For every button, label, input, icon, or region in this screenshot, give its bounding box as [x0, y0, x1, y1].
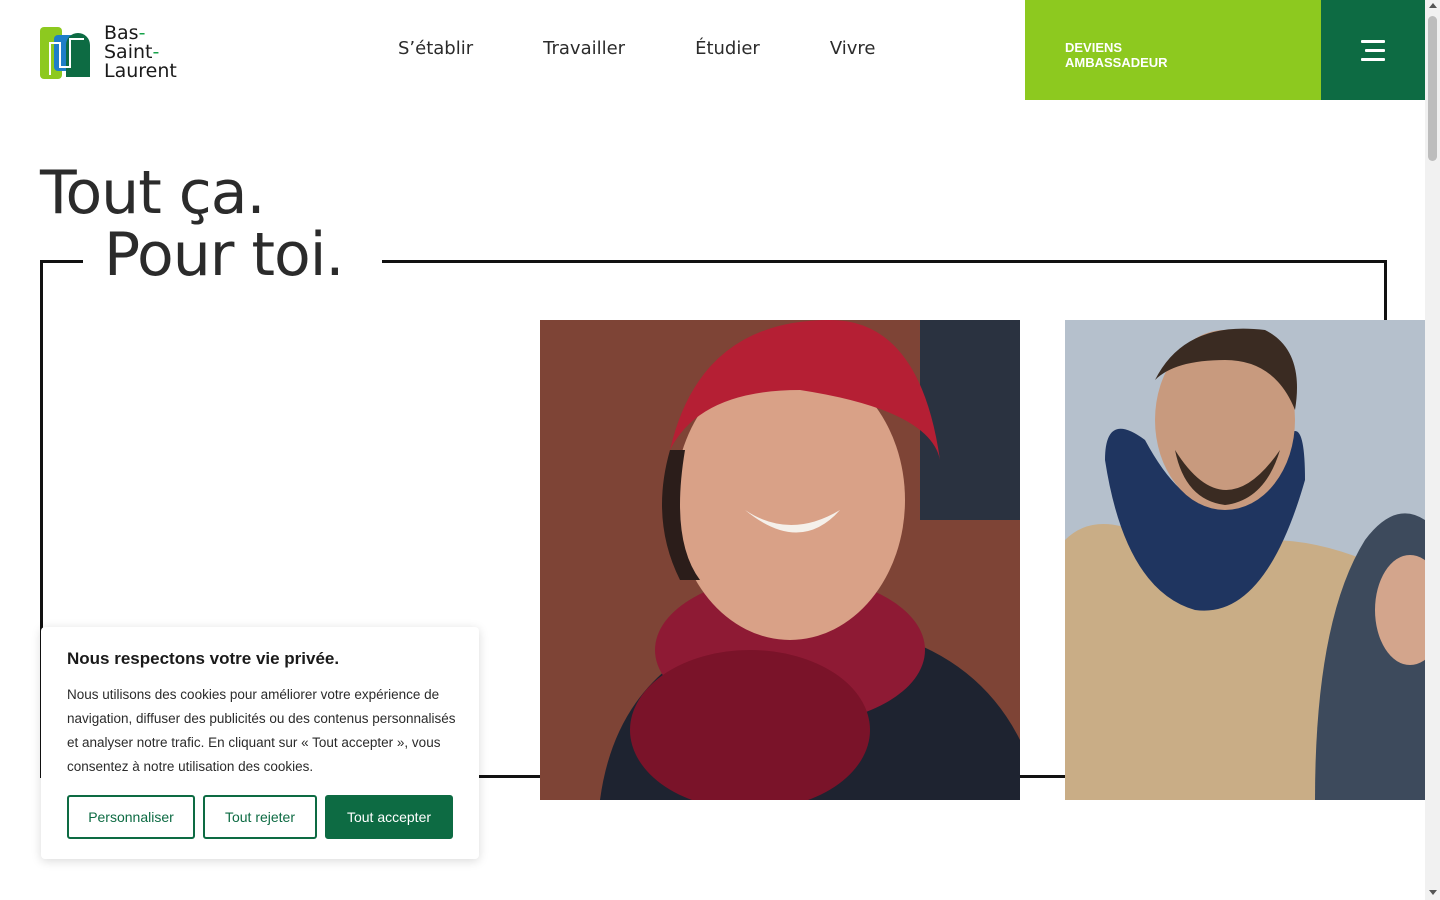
hamburger-menu-icon-bar — [1361, 58, 1385, 61]
accept-all-button[interactable]: Tout accepter — [325, 795, 453, 839]
scroll-up-icon[interactable] — [1429, 3, 1437, 8]
hero-title: Tout ça. Pour toi. — [40, 162, 344, 286]
cookie-consent-banner: Nous respectons votre vie privée. Nous u… — [41, 627, 479, 859]
nav-item-etudier[interactable]: Étudier — [695, 38, 760, 59]
ambassador-label-line1: DEVIENS — [1065, 40, 1123, 55]
site-logo[interactable]: Bas- Saint- Laurent — [40, 22, 190, 82]
logo-text: Bas- Saint- Laurent — [104, 21, 177, 82]
hero-title-line2: Pour toi. — [104, 220, 344, 290]
scrollbar-thumb[interactable] — [1428, 16, 1437, 161]
nav-item-setablir[interactable]: S’établir — [398, 38, 473, 59]
nav-item-travailler[interactable]: Travailler — [543, 38, 625, 59]
vertical-scrollbar[interactable] — [1425, 0, 1440, 900]
reject-all-button[interactable]: Tout rejeter — [203, 795, 317, 839]
cookie-text: Nous utilisons des cookies pour améliore… — [67, 687, 456, 774]
ambassador-label-line2: AMBASSADEUR — [1065, 55, 1168, 70]
woman-illustration — [540, 320, 1020, 800]
hamburger-menu-icon-bar — [1365, 49, 1385, 52]
scroll-down-icon[interactable] — [1429, 890, 1437, 895]
portrait-photo-man — [1065, 320, 1425, 800]
main-nav: S’établir Travailler Étudier Vivre — [398, 38, 876, 59]
menu-button[interactable] — [1321, 0, 1425, 100]
logo-mark-icon — [40, 27, 90, 79]
customize-cookies-button[interactable]: Personnaliser — [67, 795, 195, 839]
hamburger-menu-icon — [1361, 40, 1385, 43]
portrait-photo-woman — [540, 320, 1020, 800]
man-illustration — [1065, 320, 1425, 800]
become-ambassador-button[interactable]: DEVIENS AMBASSADEUR — [1025, 0, 1321, 100]
hero-title-line1: Tout ça. — [40, 158, 266, 228]
cookie-title: Nous respectons votre vie privée. — [67, 649, 340, 668]
nav-item-vivre[interactable]: Vivre — [830, 38, 876, 59]
